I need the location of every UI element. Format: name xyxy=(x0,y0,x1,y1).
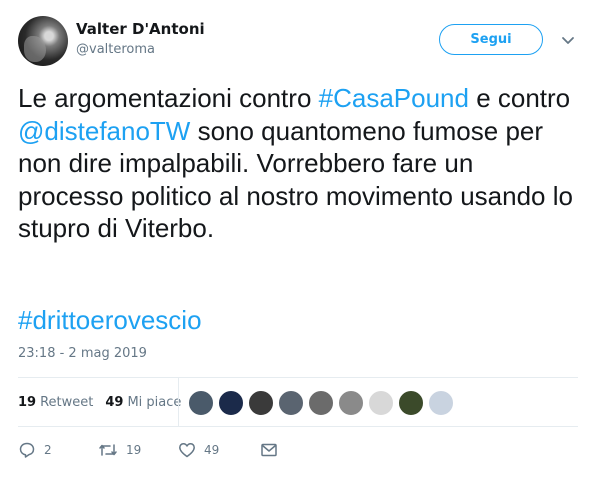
liker-avatar[interactable] xyxy=(428,390,454,416)
tweet-text: Le argomentazioni contro #CasaPound e co… xyxy=(18,82,578,245)
retweet-icon xyxy=(99,444,117,456)
tweet-actions: 2 19 49 xyxy=(18,438,278,462)
liker-avatar[interactable] xyxy=(338,390,364,416)
retweet-button[interactable]: 19 xyxy=(98,441,178,459)
mention-link[interactable]: @distefanoTW xyxy=(18,116,190,146)
likes-stat[interactable]: 49 Mi piace xyxy=(105,395,181,410)
liker-avatar[interactable] xyxy=(188,390,214,416)
retweet-count: 19 xyxy=(126,443,142,457)
retweets-stat[interactable]: 19 Retweet xyxy=(18,395,93,410)
liker-avatar[interactable] xyxy=(248,390,274,416)
liker-avatar[interactable] xyxy=(398,390,424,416)
tweet-timestamp[interactable]: 23:18 - 2 mag 2019 xyxy=(18,346,147,361)
liker-avatar[interactable] xyxy=(218,390,244,416)
display-name[interactable]: Valter D'Antoni xyxy=(76,20,205,38)
heart-icon xyxy=(179,443,195,458)
reply-icon xyxy=(19,442,35,458)
hashtag-link[interactable]: #drittoerovescio xyxy=(18,304,202,336)
divider xyxy=(178,378,179,426)
like-count: 49 xyxy=(204,443,220,457)
reply-button[interactable]: 2 xyxy=(18,441,98,459)
likes-label: Mi piace xyxy=(127,394,182,410)
liker-avatar[interactable] xyxy=(368,390,394,416)
reply-count: 2 xyxy=(44,443,52,457)
like-button[interactable]: 49 xyxy=(178,441,260,459)
liker-avatar[interactable] xyxy=(308,390,334,416)
chevron-down-icon[interactable] xyxy=(560,32,576,48)
engagement-stats: 19 Retweet 49 Mi piace xyxy=(18,384,181,420)
likes-count: 49 xyxy=(105,394,124,410)
divider xyxy=(18,377,578,378)
envelope-icon xyxy=(261,443,277,457)
hashtag-link[interactable]: #CasaPound xyxy=(319,83,469,113)
follow-button[interactable]: Segui xyxy=(439,24,543,55)
avatar[interactable] xyxy=(18,16,68,66)
retweets-label: Retweet xyxy=(40,394,94,410)
user-handle[interactable]: @valteroma xyxy=(76,42,155,58)
tweet-text-part: e contro xyxy=(468,83,571,113)
likers-avatars xyxy=(188,390,458,416)
tweet-text-part: Le argomentazioni contro xyxy=(18,83,319,113)
divider xyxy=(18,426,578,427)
direct-message-button[interactable] xyxy=(260,441,278,459)
retweets-count: 19 xyxy=(18,394,37,410)
liker-avatar[interactable] xyxy=(278,390,304,416)
